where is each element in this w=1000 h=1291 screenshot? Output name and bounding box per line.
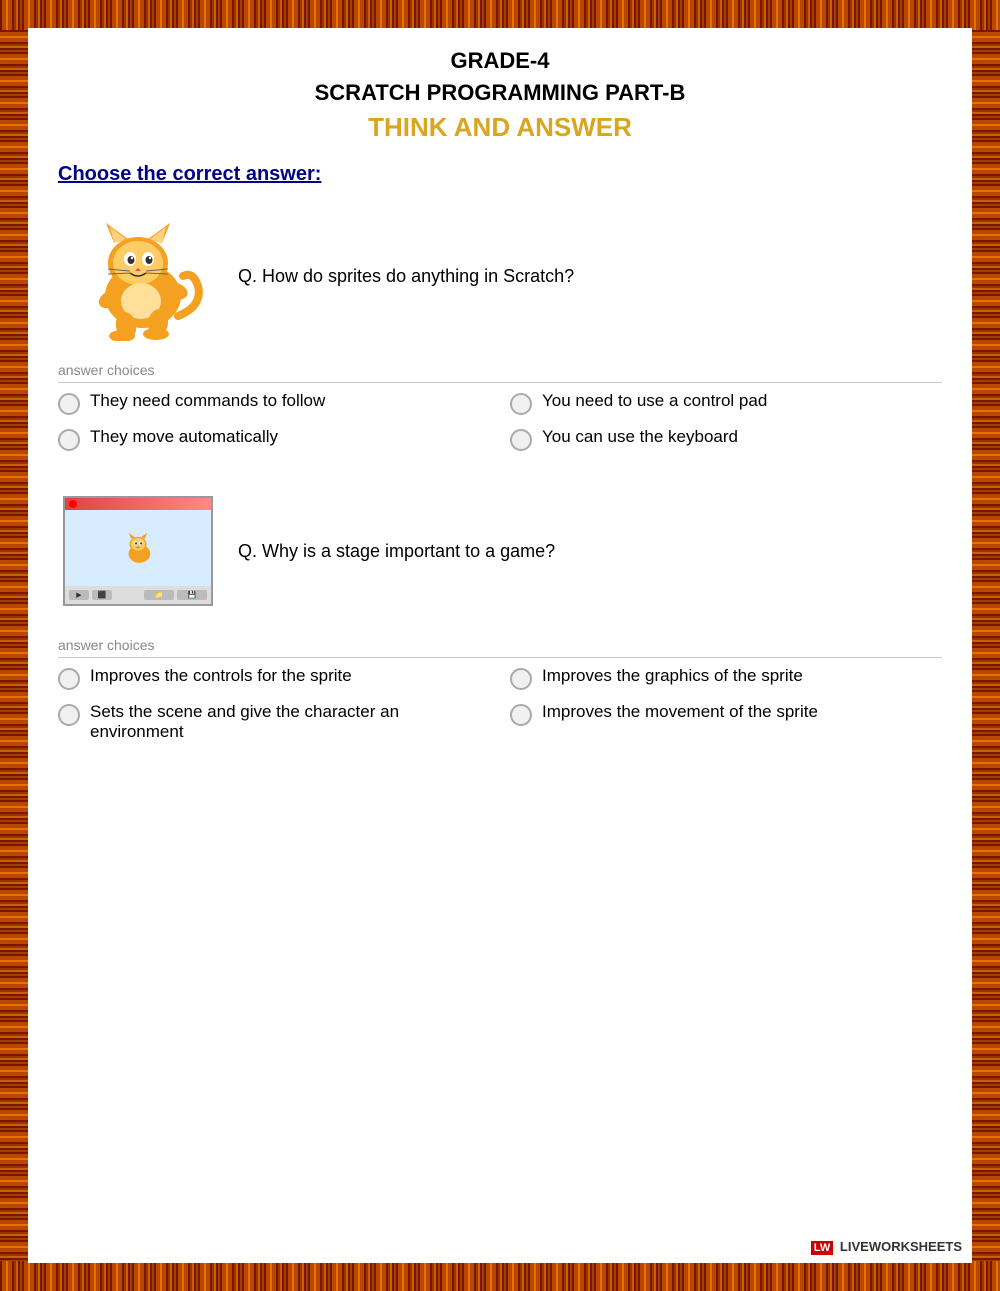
q1-choice-c[interactable]: They move automatically xyxy=(58,427,490,451)
q1-choice-a-text: They need commands to follow xyxy=(90,391,325,411)
lw-brand: LIVEWORKSHEETS xyxy=(840,1239,962,1254)
q1-choices-grid: They need commands to follow You need to… xyxy=(58,391,942,451)
q2-choice-b-text: Improves the graphics of the sprite xyxy=(542,666,803,686)
border-bottom xyxy=(0,1261,1000,1291)
q1-choice-d-text: You can use the keyboard xyxy=(542,427,738,447)
q2-choice-d-text: Improves the movement of the sprite xyxy=(542,702,818,722)
q1-choice-d[interactable]: You can use the keyboard xyxy=(510,427,942,451)
q1-radio-d[interactable] xyxy=(510,429,532,451)
border-left xyxy=(0,30,30,1261)
border-right xyxy=(970,30,1000,1261)
q2-choice-a[interactable]: Improves the controls for the sprite xyxy=(58,666,490,690)
content-area: GRADE-4 SCRATCH PROGRAMMING PART-B THINK… xyxy=(28,28,972,1263)
liveworksheets-footer: LW LIVEWORKSHEETS xyxy=(811,1239,962,1255)
q2-answer-choices-label: answer choices xyxy=(58,637,942,658)
q2-radio-c[interactable] xyxy=(58,704,80,726)
q2-choices-grid: Improves the controls for the sprite Imp… xyxy=(58,666,942,742)
q2-choice-c-text: Sets the scene and give the character an… xyxy=(90,702,490,742)
q2-choice-b[interactable]: Improves the graphics of the sprite xyxy=(510,666,942,690)
q2-choice-d[interactable]: Improves the movement of the sprite xyxy=(510,702,942,742)
scratch-stage-screenshot: ▶ ⬛ 📁 💾 xyxy=(63,496,213,606)
q1-radio-a[interactable] xyxy=(58,393,80,415)
q1-radio-c[interactable] xyxy=(58,429,80,451)
question-1-text: Q. How do sprites do anything in Scratch… xyxy=(238,266,942,287)
question-2-image: ▶ ⬛ 📁 💾 xyxy=(58,481,218,621)
instruction-heading: Choose the correct answer: xyxy=(58,163,942,186)
question-2-text: Q. Why is a stage important to a game? xyxy=(238,541,942,562)
q2-choice-a-text: Improves the controls for the sprite xyxy=(90,666,352,686)
question-1-block: Q. How do sprites do anything in Scratch… xyxy=(58,206,942,451)
q2-choice-c[interactable]: Sets the scene and give the character an… xyxy=(58,702,490,742)
q1-choice-c-text: They move automatically xyxy=(90,427,278,447)
grade-title: GRADE-4 xyxy=(58,48,942,74)
border-top xyxy=(0,0,1000,30)
q2-radio-b[interactable] xyxy=(510,668,532,690)
subject-title: SCRATCH PROGRAMMING PART-B xyxy=(58,80,942,106)
page: GRADE-4 SCRATCH PROGRAMMING PART-B THINK… xyxy=(0,0,1000,1291)
section-title: THINK AND ANSWER xyxy=(58,112,942,143)
lw-logo: LW xyxy=(811,1241,834,1255)
question-1-image xyxy=(58,206,218,346)
question-2-block: ▶ ⬛ 📁 💾 Q. Why is a stage important to a… xyxy=(58,481,942,742)
question-2-row: ▶ ⬛ 📁 💾 Q. Why is a stage important to a… xyxy=(58,481,942,621)
q1-choice-b-text: You need to use a control pad xyxy=(542,391,767,411)
q1-radio-b[interactable] xyxy=(510,393,532,415)
q1-choice-a[interactable]: They need commands to follow xyxy=(58,391,490,415)
q2-radio-d[interactable] xyxy=(510,704,532,726)
q2-radio-a[interactable] xyxy=(58,668,80,690)
q1-answer-choices-label: answer choices xyxy=(58,362,942,383)
q1-choice-b[interactable]: You need to use a control pad xyxy=(510,391,942,415)
question-1-row: Q. How do sprites do anything in Scratch… xyxy=(58,206,942,346)
